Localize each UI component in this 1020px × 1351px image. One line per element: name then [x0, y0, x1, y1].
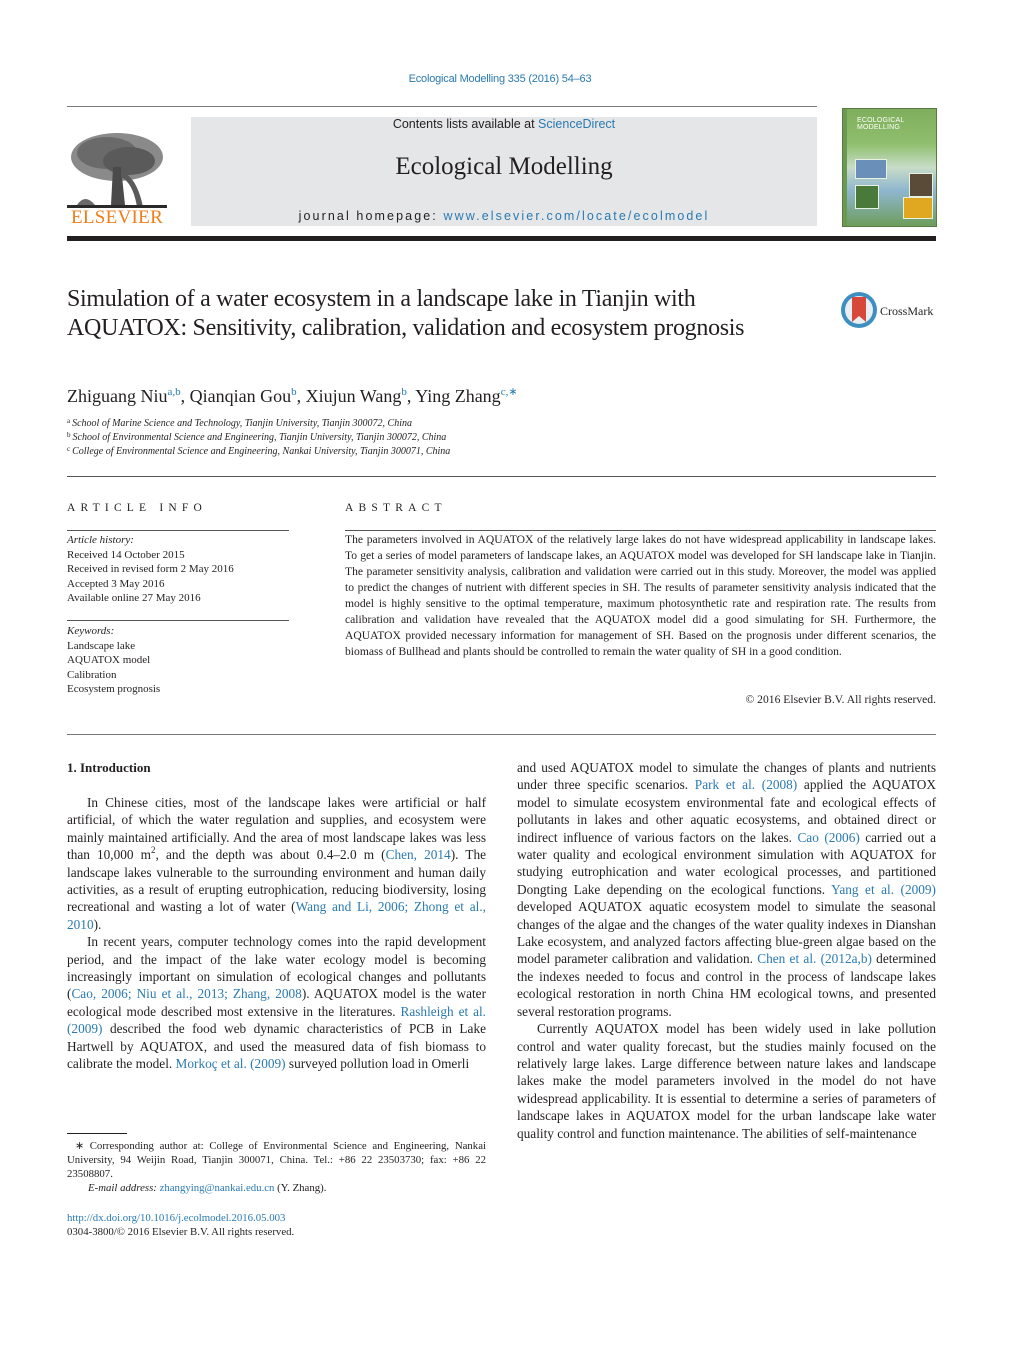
sciencedirect-link[interactable]: ScienceDirect [538, 117, 615, 131]
footnote-divider [67, 1133, 127, 1134]
history-label: Article history: [67, 534, 134, 546]
journal-reference-link[interactable]: Ecological Modelling 335 (2016) 54–63 [0, 73, 1000, 85]
author-name[interactable]: Xiujun Wang [306, 386, 402, 406]
abstract-copyright: © 2016 Elsevier B.V. All rights reserved… [745, 693, 936, 706]
issn-copyright: 0304-3800/© 2016 Elsevier B.V. All right… [67, 1226, 295, 1238]
affiliation-text: College of Environmental Science and Eng… [72, 446, 451, 457]
history-item: Available online 27 May 2016 [67, 592, 201, 604]
email-label: E-mail address: [88, 1182, 160, 1194]
corresponding-author-note: ∗ Corresponding author at: College of En… [67, 1140, 486, 1180]
journal-cover-image[interactable]: ECOLOGICAL MODELLING [842, 108, 937, 227]
top-divider [67, 106, 817, 107]
author-affiliation-mark[interactable]: c,∗ [501, 386, 518, 398]
affiliation: c College of Environmental Science and En… [67, 445, 451, 458]
author-affiliation-mark[interactable]: b [291, 386, 297, 398]
author-name[interactable]: Ying Zhang [415, 386, 501, 406]
cover-title: ECOLOGICAL MODELLING [857, 117, 905, 131]
keywords-label: Keywords: [67, 625, 115, 637]
email-link[interactable]: zhangying@nankai.edu.cn [160, 1182, 275, 1194]
cover-spine [843, 109, 847, 226]
email-suffix: (Y. Zhang). [274, 1182, 327, 1194]
author-name[interactable]: Qianqian Gou [190, 386, 291, 406]
cover-title-line: MODELLING [857, 124, 901, 131]
article-title: Simulation of a water ecosystem in a lan… [67, 286, 745, 341]
doi-link[interactable]: http://dx.doi.org/10.1016/j.ecolmodel.20… [67, 1212, 285, 1224]
affiliation-text: School of Environmental Science and Engi… [72, 432, 447, 443]
citation-link[interactable]: Morkoç et al. (2009) [176, 1056, 286, 1071]
contents-prefix: Contents lists available at [392, 117, 539, 131]
author-list: Zhiguang Niua,b, Qianqian Goub, Xiujun W… [67, 386, 518, 406]
keyword: AQUATOX model [67, 654, 151, 666]
divider [67, 476, 936, 477]
affiliation: a School of Marine Science and Technology… [67, 417, 413, 430]
author-affiliation-mark[interactable]: b [401, 386, 407, 398]
paragraph: In Chinese cities, most of the landscape… [67, 794, 486, 933]
affiliation: b School of Environmental Science and Eng… [67, 431, 447, 444]
affiliation-mark: b [67, 431, 71, 439]
keyword: Landscape lake [67, 639, 136, 652]
cover-photo [855, 159, 887, 179]
cover-photo [903, 197, 933, 219]
cover-photo [855, 185, 879, 209]
contents-line: Contents lists available at ScienceDirec… [191, 117, 817, 131]
text: ). [93, 916, 102, 932]
section-heading-introduction: 1. Introduction [67, 760, 151, 775]
citation-link[interactable]: Cao, 2006; Niu et al., 2013; Zhang, 2008 [71, 986, 301, 1001]
author-name[interactable]: Zhiguang Niu [67, 386, 168, 406]
article-history: Article history: Received 14 October 201… [67, 533, 234, 606]
history-item: Received in revised form 2 May 2016 [67, 563, 234, 575]
history-item: Received 14 October 2015 [67, 548, 185, 561]
keywords: Keywords: Landscape lake AQUATOX model C… [67, 624, 160, 697]
article-info-heading: ARTICLE INFO [67, 502, 207, 514]
divider [345, 530, 936, 531]
divider [67, 620, 289, 621]
journal-masthead: Contents lists available at ScienceDirec… [191, 117, 817, 226]
footnote: ∗ Corresponding author at: College of En… [67, 1139, 486, 1195]
paragraph: Currently AQUATOX model has been widely … [517, 1021, 936, 1141]
body-column-left: In Chinese cities, most of the landscape… [67, 794, 486, 1073]
history-item: Accepted 3 May 2016 [67, 577, 165, 590]
email-line: E-mail address: zhangying@nankai.edu.cn … [67, 1181, 486, 1195]
citation-link[interactable]: Cao (2006) [797, 830, 859, 845]
affiliation-mark: c [67, 445, 71, 453]
divider [67, 734, 936, 735]
keyword: Ecosystem prognosis [67, 683, 161, 695]
header-thick-divider [67, 236, 936, 241]
abstract-heading: ABSTRACT [345, 502, 447, 514]
journal-title: Ecological Modelling [395, 153, 613, 180]
divider [67, 530, 289, 531]
paragraph: In recent years, computer technology com… [67, 933, 486, 1072]
abstract-text: The parameters involved in AQUATOX of th… [345, 533, 936, 658]
keyword: Calibration [67, 668, 117, 681]
journal-homepage-link[interactable]: www.elsevier.com/locate/ecolmodel [443, 209, 709, 223]
affiliation-mark: a [67, 417, 71, 425]
text: surveyed pollution load in Omerli [285, 1056, 470, 1072]
citation-link[interactable]: Chen et al. (2012a,b) [757, 951, 872, 966]
citation-link[interactable]: Chen, 2014 [386, 847, 451, 862]
text: , and the depth was about 0.4–2.0 m ( [155, 847, 386, 863]
author-affiliation-mark[interactable]: a,b [168, 386, 181, 398]
cover-title-line: ECOLOGICAL [857, 117, 905, 124]
cover-photo [909, 173, 933, 197]
homepage-prefix: journal homepage: [298, 209, 444, 223]
body-column-right: and used AQUATOX model to simulate the c… [517, 759, 936, 1142]
crossmark-label[interactable]: CrossMark [880, 304, 933, 319]
affiliation-text: School of Marine Science and Technology,… [72, 418, 413, 429]
homepage-line: journal homepage: www.elsevier.com/locat… [191, 209, 817, 223]
elsevier-logo-text[interactable]: ELSEVIER [67, 207, 167, 229]
citation-link[interactable]: Park et al. (2008) [695, 777, 797, 792]
paragraph: and used AQUATOX model to simulate the c… [517, 759, 936, 1020]
citation-link[interactable]: Yang et al. (2009) [831, 882, 936, 897]
